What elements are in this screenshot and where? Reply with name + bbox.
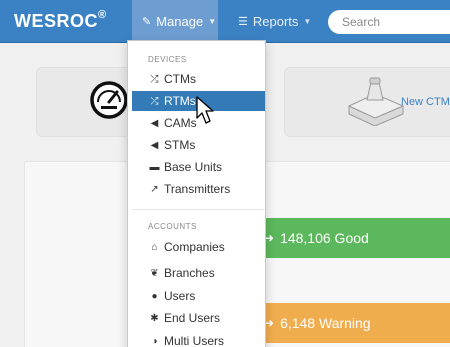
- menu-item-label: Users: [164, 289, 196, 303]
- menu-item-multi-users[interactable]: ◑ Multi Users: [132, 331, 265, 347]
- asterisk-icon: ✱: [150, 312, 159, 324]
- menu-item-label: STMs: [164, 138, 196, 152]
- signal-icon: ◀: [150, 117, 159, 129]
- manage-dropdown-menu: DEVICES ⤮ CTMs ⤮ RTMs ◀ CAMs ◀ STMs ▬ Ba…: [127, 40, 266, 347]
- section-header-devices: DEVICES: [148, 55, 187, 64]
- menu-item-stms[interactable]: ◀ STMs: [132, 135, 265, 155]
- nav-reports-label: Reports: [252, 14, 299, 29]
- menu-item-label: CTMs: [164, 72, 196, 86]
- menu-item-transmitters[interactable]: ↗ Transmitters: [132, 179, 265, 199]
- menu-item-companies[interactable]: ⌂ Companies: [132, 237, 265, 257]
- menu-item-label: RTMs: [164, 94, 196, 108]
- edit-icon: ✎: [142, 16, 152, 28]
- menu-item-end-users[interactable]: ✱ End Users: [132, 308, 265, 328]
- search-input[interactable]: [328, 10, 450, 34]
- shuffle-icon: ⤮: [150, 95, 159, 107]
- shuffle-icon: ⤮: [150, 73, 159, 85]
- menu-item-label: End Users: [164, 311, 221, 325]
- adjust-icon: ◑: [151, 335, 158, 347]
- menu-item-label: Companies: [164, 240, 225, 254]
- menu-item-users[interactable]: ● Users: [132, 286, 265, 306]
- list-icon: ☰: [238, 16, 248, 28]
- section-header-accounts: ACCOUNTS: [148, 222, 197, 231]
- device-card-new-ctm[interactable]: New CTM: [284, 67, 450, 137]
- hdd-icon: ▬: [149, 161, 160, 173]
- menu-item-label: Base Units: [164, 160, 223, 174]
- ctm-device-image: [347, 77, 405, 126]
- menu-item-label: CAMs: [164, 116, 197, 130]
- nav-manage-label: Manage: [156, 14, 204, 29]
- new-ctm-label: New CTM: [401, 96, 450, 108]
- caret-down-icon: ▼: [208, 17, 217, 26]
- menu-item-label: Multi Users: [164, 334, 225, 347]
- menu-item-label: Transmitters: [164, 182, 231, 196]
- mouse-cursor: [196, 96, 214, 124]
- nav-reports[interactable]: ☰ Reports ▼: [228, 0, 311, 43]
- status-good-text: 148,106 Good: [280, 230, 369, 246]
- menu-divider: [132, 209, 265, 210]
- device-card-gauge[interactable]: [36, 67, 136, 137]
- brand-logo[interactable]: WESROC®: [14, 9, 107, 32]
- menu-item-base-units[interactable]: ▬ Base Units: [132, 157, 265, 177]
- share-icon: ↗: [150, 183, 159, 195]
- user-icon: ●: [151, 290, 158, 302]
- leaf-icon: ❦: [150, 267, 159, 279]
- menu-item-branches[interactable]: ❦ Branches: [132, 263, 265, 283]
- top-navbar: WESROC® ✎ Manage ▼ ☰ Reports ▼: [0, 0, 450, 43]
- menu-item-label: Branches: [164, 266, 215, 280]
- home-icon: ⌂: [151, 241, 158, 253]
- gauge-icon: [90, 81, 128, 119]
- status-warning-text: 6,148 Warning: [280, 315, 371, 331]
- signal-icon: ◀: [150, 139, 159, 151]
- nav-manage[interactable]: ✎ Manage ▼: [132, 0, 218, 43]
- menu-item-ctms[interactable]: ⤮ CTMs: [132, 69, 265, 89]
- caret-down-icon: ▼: [303, 17, 312, 26]
